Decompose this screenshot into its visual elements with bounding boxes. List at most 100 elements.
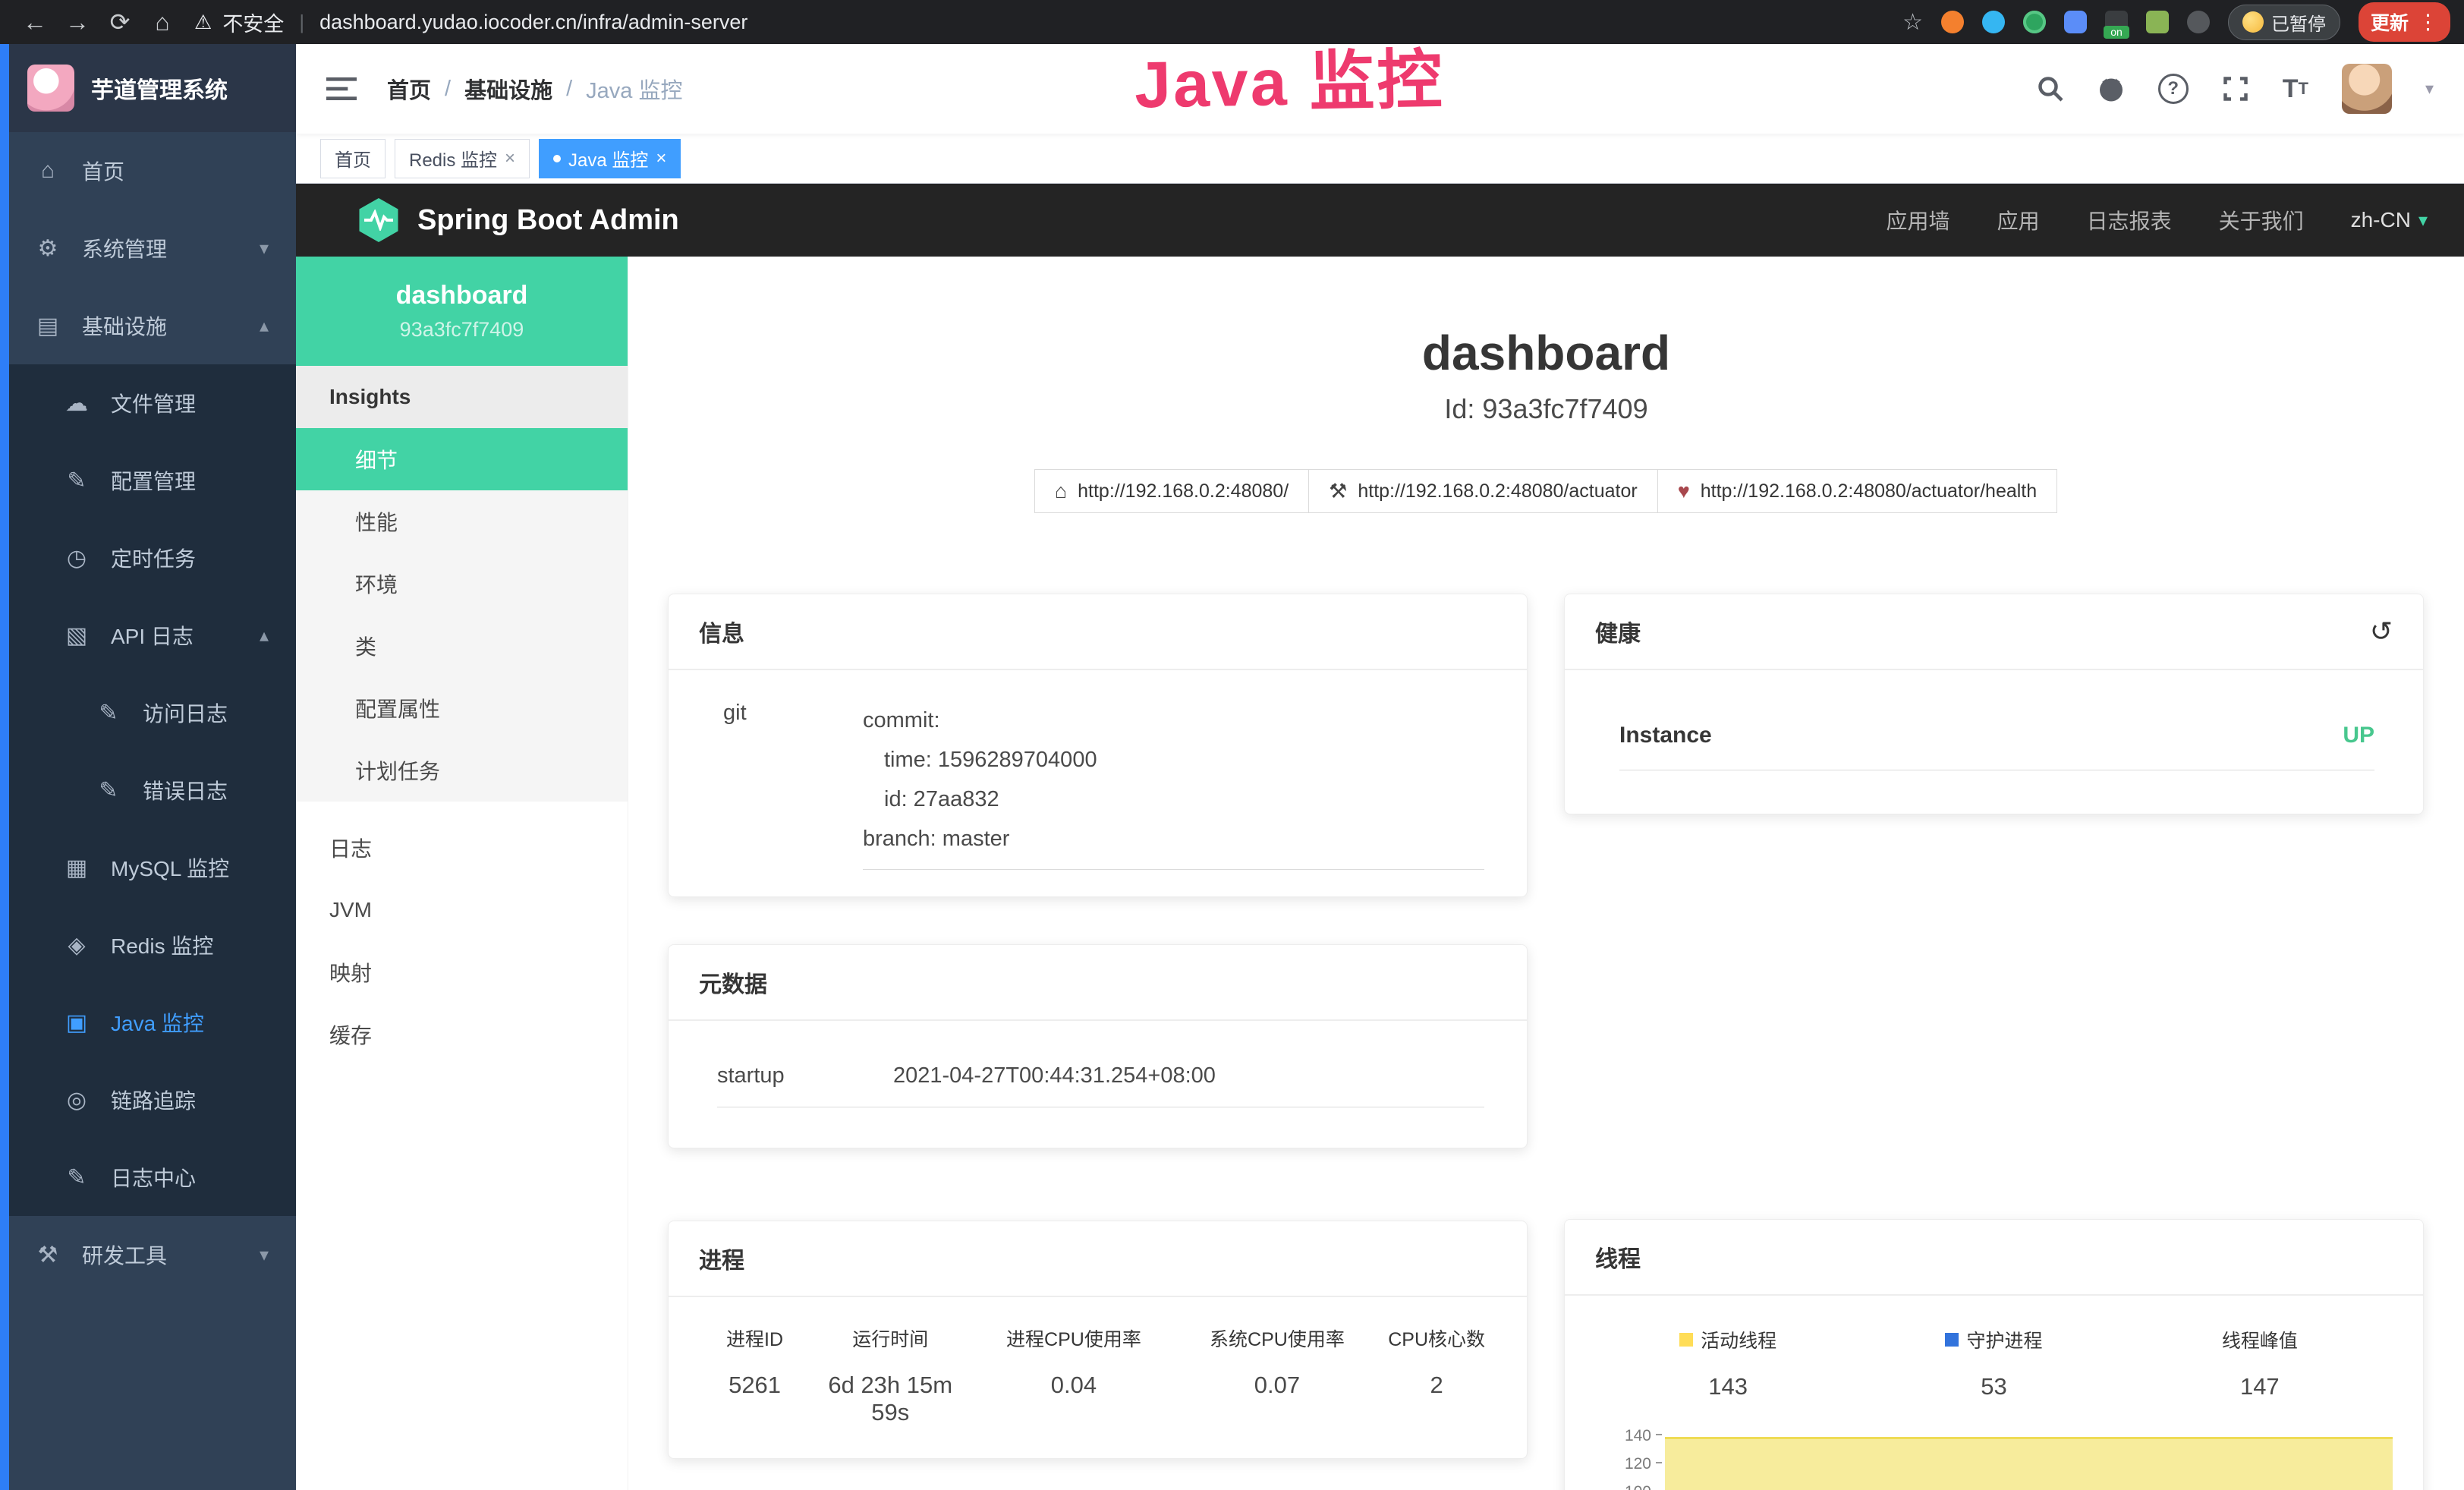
- font-size-icon[interactable]: TT: [2283, 74, 2308, 104]
- app-logo[interactable]: 芋道管理系统: [0, 44, 296, 132]
- sidebar-item-java-monitor[interactable]: ▣ Java 监控: [0, 984, 296, 1061]
- tag-java-monitor[interactable]: Java 监控 ×: [539, 139, 681, 178]
- sba-nav-journal[interactable]: 日志报表: [2087, 205, 2172, 235]
- sidebar-item-access-logs[interactable]: ✎ 访问日志: [0, 674, 296, 751]
- address-bar[interactable]: ⚠ 不安全 | dashboard.yudao.iocoder.cn/infra…: [194, 8, 1902, 37]
- sidebar-item-api-logs[interactable]: ▧ API 日志 ▴: [0, 597, 296, 674]
- extension-icon[interactable]: [2146, 11, 2169, 33]
- left-column: 信息 git commit: time: 1596289704000 id: 2…: [668, 594, 1528, 1459]
- help-icon[interactable]: ?: [2158, 74, 2189, 104]
- sba-nav-wallboard[interactable]: 应用墙: [1887, 205, 1950, 235]
- tag-home[interactable]: 首页: [320, 139, 385, 178]
- sidebar-item-mysql-monitor[interactable]: ▦ MySQL 监控: [0, 829, 296, 906]
- sidebar-item-label: API 日志: [111, 620, 194, 650]
- service-url-button[interactable]: ⌂ http://192.168.0.2:48080/: [1034, 469, 1309, 513]
- sidebar-item-home[interactable]: ⌂ 首页: [0, 132, 296, 209]
- home-icon[interactable]: ⌂: [141, 8, 184, 36]
- edit-icon: ✎: [94, 777, 123, 804]
- admin-sidebar: 芋道管理系统 ⌂ 首页 ⚙ 系统管理 ▾ ▤ 基础设施 ▴ ☁ 文件管理 ✎ 配…: [0, 44, 296, 1490]
- sidebar-item-infrastructure[interactable]: ▤ 基础设施 ▴: [0, 287, 296, 364]
- extension-icon[interactable]: [1941, 11, 1964, 33]
- extension-icon[interactable]: [2023, 11, 2046, 33]
- sba-brand[interactable]: Spring Boot Admin: [357, 198, 679, 242]
- sba-nav-applications[interactable]: 应用: [1997, 205, 2040, 235]
- back-icon[interactable]: ←: [14, 8, 56, 36]
- extension-icon[interactable]: [1982, 11, 2005, 33]
- sba-nav-about[interactable]: 关于我们: [2219, 205, 2304, 235]
- sba-item-caches[interactable]: 缓存: [296, 1003, 628, 1066]
- breadcrumb-home[interactable]: 首页: [387, 73, 431, 105]
- sba-instance-header[interactable]: dashboard 93a3fc7f7409: [296, 257, 628, 366]
- process-col-header: 系统CPU使用率: [1178, 1325, 1377, 1352]
- sba-item-environment[interactable]: 环境: [296, 553, 628, 615]
- legend-blue-swatch: [1945, 1333, 1959, 1347]
- menu-kebab-icon[interactable]: ⋮: [2418, 11, 2438, 34]
- left-accent-strip: [0, 44, 9, 1490]
- sidebar-item-config-management[interactable]: ✎ 配置管理: [0, 442, 296, 519]
- sba-item-details[interactable]: 细节: [296, 428, 628, 490]
- sidebar-item-system-management[interactable]: ⚙ 系统管理 ▾: [0, 209, 296, 287]
- health-card-header: 健康 ↺: [1565, 594, 2423, 670]
- health-url-button[interactable]: ♥ http://192.168.0.2:48080/actuator/heal…: [1657, 469, 2057, 513]
- extension-icon[interactable]: [2187, 11, 2210, 33]
- sba-item-metrics[interactable]: 性能: [296, 490, 628, 553]
- sidebar-item-log-center[interactable]: ✎ 日志中心: [0, 1139, 296, 1216]
- sidebar-item-error-logs[interactable]: ✎ 错误日志: [0, 751, 296, 829]
- sidebar-item-scheduled-tasks[interactable]: ◷ 定时任务: [0, 519, 296, 597]
- health-card: 健康 ↺ Instance UP: [1564, 594, 2424, 814]
- info-card-title: 信息: [699, 615, 744, 648]
- actuator-url-button[interactable]: ⚒ http://192.168.0.2:48080/actuator: [1308, 469, 1658, 513]
- extension-toggle-icon[interactable]: on: [2105, 11, 2128, 33]
- app-window: 芋道管理系统 ⌂ 首页 ⚙ 系统管理 ▾ ▤ 基础设施 ▴ ☁ 文件管理 ✎ 配…: [0, 44, 2464, 1490]
- home-icon: ⌂: [33, 158, 62, 184]
- sba-item-jvm[interactable]: JVM: [296, 879, 628, 941]
- user-avatar[interactable]: [2342, 64, 2392, 114]
- sba-item-scheduled-tasks[interactable]: 计划任务: [296, 739, 628, 802]
- history-icon[interactable]: ↺: [2370, 616, 2393, 647]
- document-icon: ▧: [62, 622, 91, 649]
- close-icon[interactable]: ×: [656, 148, 666, 169]
- sba-section-insights[interactable]: Insights: [296, 366, 628, 428]
- instance-id: 93a3fc7f7409: [400, 318, 524, 342]
- sidebar-item-redis-monitor[interactable]: ◈ Redis 监控: [0, 906, 296, 984]
- sidebar-item-file-management[interactable]: ☁ 文件管理: [0, 364, 296, 442]
- github-icon[interactable]: [2097, 75, 2125, 102]
- fullscreen-icon[interactable]: [2222, 75, 2249, 102]
- sidebar-item-dev-tools[interactable]: ⚒ 研发工具 ▾: [0, 1216, 296, 1293]
- close-icon[interactable]: ×: [505, 148, 515, 169]
- sba-body: dashboard 93a3fc7f7409 Insights 细节 性能 环境…: [296, 257, 2464, 1490]
- cloud-icon: ☁: [62, 390, 91, 417]
- chevron-down-icon[interactable]: ▾: [2425, 79, 2434, 99]
- breadcrumb-current: Java 监控: [586, 73, 682, 105]
- tag-redis-monitor[interactable]: Redis 监控 ×: [395, 139, 530, 178]
- locale-select[interactable]: zh-CN ▾: [2351, 208, 2428, 232]
- sba-item-logs[interactable]: 日志: [296, 817, 628, 879]
- info-row-value: commit: time: 1596289704000 id: 27aa832 …: [863, 701, 1484, 870]
- infrastructure-icon: ▤: [33, 313, 62, 339]
- reload-icon[interactable]: ⟳: [99, 8, 141, 36]
- url-text: dashboard.yudao.iocoder.cn/infra/admin-s…: [319, 11, 747, 34]
- git-id-line: id: 27aa832: [863, 780, 1484, 819]
- y-tick: 120: [1613, 1456, 1663, 1484]
- heart-icon: ♥: [1678, 480, 1690, 503]
- update-button[interactable]: 更新 ⋮: [2359, 2, 2450, 42]
- chevron-down-icon: ▾: [260, 1244, 269, 1266]
- breadcrumb-infrastructure[interactable]: 基础设施: [464, 73, 552, 105]
- bookmark-star-icon[interactable]: ☆: [1902, 9, 1923, 36]
- sba-item-mappings[interactable]: 映射: [296, 941, 628, 1003]
- sba-item-classes[interactable]: 类: [296, 615, 628, 677]
- live-threads-area: [1665, 1437, 2393, 1490]
- extension-icon[interactable]: [2064, 11, 2087, 33]
- forward-icon[interactable]: →: [56, 8, 99, 36]
- metadata-row-label: startup: [717, 1063, 893, 1088]
- legend-peak-threads: 线程峰值 147: [2127, 1326, 2393, 1400]
- security-label: 不安全: [222, 8, 284, 37]
- sidebar-item-trace[interactable]: ◎ 链路追踪: [0, 1061, 296, 1139]
- edit-icon: ✎: [62, 468, 91, 494]
- cards-grid: 信息 git commit: time: 1596289704000 id: 2…: [628, 594, 2464, 1490]
- search-icon[interactable]: [2037, 75, 2064, 102]
- hamburger-icon[interactable]: [326, 76, 357, 102]
- profile-paused-badge[interactable]: 已暂停: [2228, 5, 2340, 40]
- sba-root-group: 日志 JVM 映射 缓存: [296, 817, 628, 1066]
- sba-item-config-props[interactable]: 配置属性: [296, 677, 628, 739]
